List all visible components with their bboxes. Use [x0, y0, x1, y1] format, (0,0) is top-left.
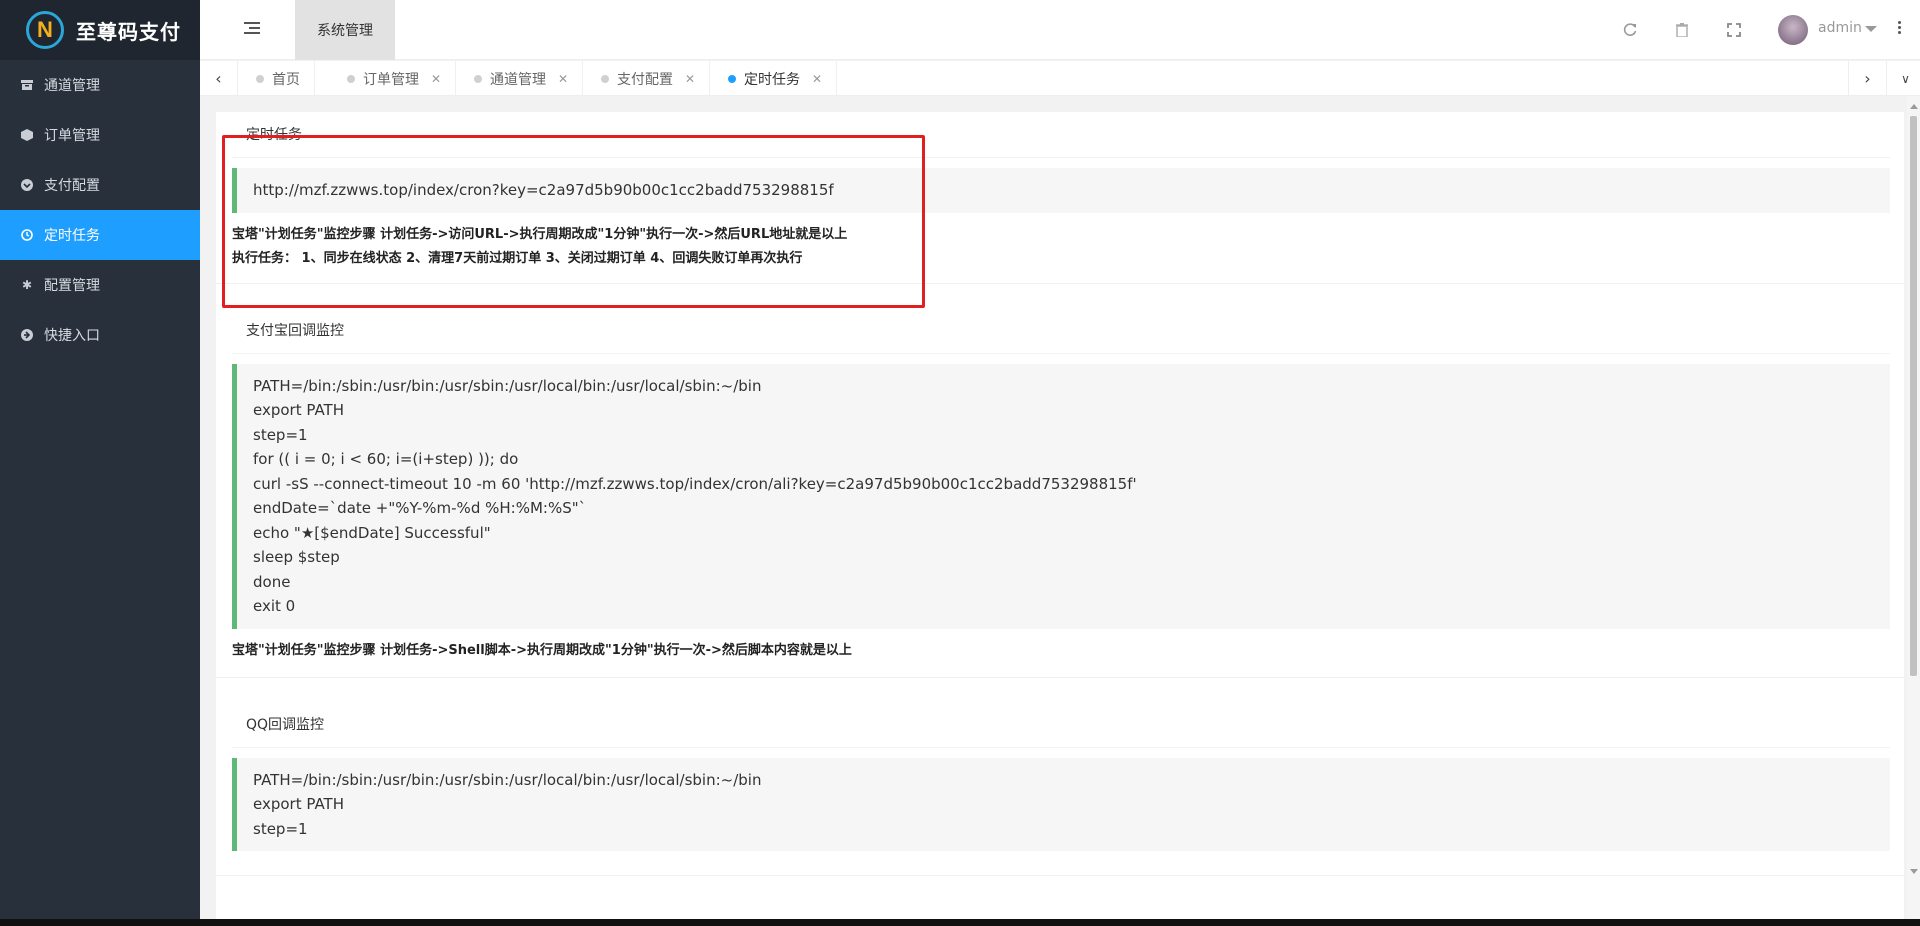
card-note: 宝塔"计划任务"监控步骤 计划任务->访问URL->执行周期改成"1分钟"执行一… — [232, 226, 848, 242]
sidebar-item-shortcuts[interactable]: 快捷入口 — [0, 310, 200, 360]
close-icon[interactable]: ✕ — [685, 72, 695, 86]
sidebar-item-label: 配置管理 — [44, 278, 100, 294]
tab-channels[interactable]: 通道管理 ✕ — [456, 61, 584, 96]
tab-dot-icon — [728, 74, 736, 83]
scrollbar[interactable] — [1907, 96, 1920, 926]
sidebar-item-label: 订单管理 — [44, 128, 100, 144]
trash-icon[interactable] — [1672, 20, 1692, 40]
chevron-down-icon[interactable] — [1865, 26, 1877, 32]
close-icon[interactable]: ✕ — [431, 72, 441, 86]
main-content: 定时任务 http://mzf.zzwws.top/index/cron?key… — [216, 112, 1904, 926]
sidebar-item-label: 通道管理 — [44, 78, 100, 94]
top-header: 系统管理 admin — [200, 0, 1920, 60]
card-note: 执行任务： 1、同步在线状态 2、清理7天前过期订单 3、关闭过期订单 4、回调… — [232, 250, 803, 266]
sidebar: N 至尊码支付 通道管理 订单管理 支付配置 定时任务 ✱ 配置管理 快捷入口 — [0, 0, 200, 926]
archive-icon — [20, 78, 34, 92]
tab-label: 支付配置 — [617, 71, 673, 88]
asterisk-icon: ✱ — [21, 278, 33, 292]
shell-script[interactable]: PATH=/bin:/sbin:/usr/bin:/usr/sbin:/usr/… — [232, 757, 1890, 851]
tab-orders[interactable]: 订单管理 ✕ — [329, 61, 457, 96]
arrow-circle-right-icon — [20, 328, 34, 342]
clock-icon — [20, 228, 34, 242]
sidebar-item-orders[interactable]: 订单管理 — [0, 110, 200, 160]
tab-dot-icon — [256, 74, 264, 83]
close-icon[interactable]: ✕ — [558, 72, 568, 86]
card-title: QQ回调监控 — [232, 702, 1890, 748]
scroll-down-icon[interactable] — [1910, 869, 1918, 874]
system-management-tab[interactable]: 系统管理 — [295, 0, 395, 60]
card-note: 宝塔"计划任务"监控步骤 计划任务->Shell脚本->执行周期改成"1分钟"执… — [232, 642, 852, 658]
tab-label: 定时任务 — [744, 71, 800, 88]
sidebar-item-label: 定时任务 — [44, 228, 100, 244]
tab-payment-config[interactable]: 支付配置 ✕ — [583, 61, 711, 96]
tab-cron[interactable]: 定时任务 ✕ — [710, 61, 838, 96]
user-name[interactable]: admin — [1818, 20, 1862, 36]
logo-mark-icon: N — [26, 11, 64, 49]
tab-dot-icon — [347, 74, 355, 83]
card-title: 支付宝回调监控 — [232, 308, 1890, 354]
bottom-bar — [0, 919, 1920, 926]
shell-script[interactable]: PATH=/bin:/sbin:/usr/bin:/usr/sbin:/usr/… — [232, 363, 1890, 629]
avatar[interactable] — [1778, 15, 1808, 45]
tabs-scroll-right-icon[interactable]: › — [1848, 61, 1886, 96]
sidebar-item-label: 支付配置 — [44, 178, 100, 194]
sidebar-item-cron[interactable]: 定时任务 — [0, 210, 200, 260]
sidebar-item-payment-config[interactable]: 支付配置 — [0, 160, 200, 210]
scrollbar-thumb[interactable] — [1910, 116, 1917, 676]
cron-card: 定时任务 http://mzf.zzwws.top/index/cron?key… — [216, 112, 1904, 284]
refresh-icon[interactable] — [1620, 20, 1640, 40]
tab-home[interactable]: 首页 — [238, 61, 315, 96]
logo[interactable]: N 至尊码支付 — [0, 0, 200, 60]
tab-dot-icon — [601, 74, 609, 83]
fullscreen-icon[interactable] — [1724, 20, 1744, 40]
menu-toggle-icon[interactable] — [244, 22, 260, 36]
alipay-callback-card: 支付宝回调监控 PATH=/bin:/sbin:/usr/bin:/usr/sb… — [216, 308, 1904, 678]
tab-label: 订单管理 — [363, 71, 419, 88]
sidebar-item-label: 快捷入口 — [44, 328, 100, 344]
tab-label: 通道管理 — [490, 71, 546, 88]
tabs-menu-chevron-down-icon[interactable]: ∨ — [1886, 61, 1920, 96]
chevron-circle-down-icon — [20, 178, 34, 192]
sidebar-item-channels[interactable]: 通道管理 — [0, 60, 200, 110]
cron-url[interactable]: http://mzf.zzwws.top/index/cron?key=c2a9… — [232, 168, 1890, 213]
scroll-up-icon[interactable] — [1910, 104, 1918, 109]
cube-icon — [20, 128, 34, 142]
tab-strip: ‹ 首页 订单管理 ✕ 通道管理 ✕ 支付配置 ✕ 定时任务 ✕ › ∨ — [200, 61, 1920, 96]
more-vertical-icon[interactable] — [1898, 21, 1902, 36]
sidebar-item-settings[interactable]: ✱ 配置管理 — [0, 260, 200, 310]
card-title: 定时任务 — [232, 112, 1890, 158]
close-icon[interactable]: ✕ — [812, 72, 822, 86]
tab-label: 首页 — [272, 71, 300, 88]
tabs-scroll-left-icon[interactable]: ‹ — [200, 61, 238, 96]
app-title: 至尊码支付 — [76, 19, 181, 44]
tab-dot-icon — [474, 74, 482, 83]
qq-callback-card: QQ回调监控 PATH=/bin:/sbin:/usr/bin:/usr/sbi… — [216, 702, 1904, 876]
